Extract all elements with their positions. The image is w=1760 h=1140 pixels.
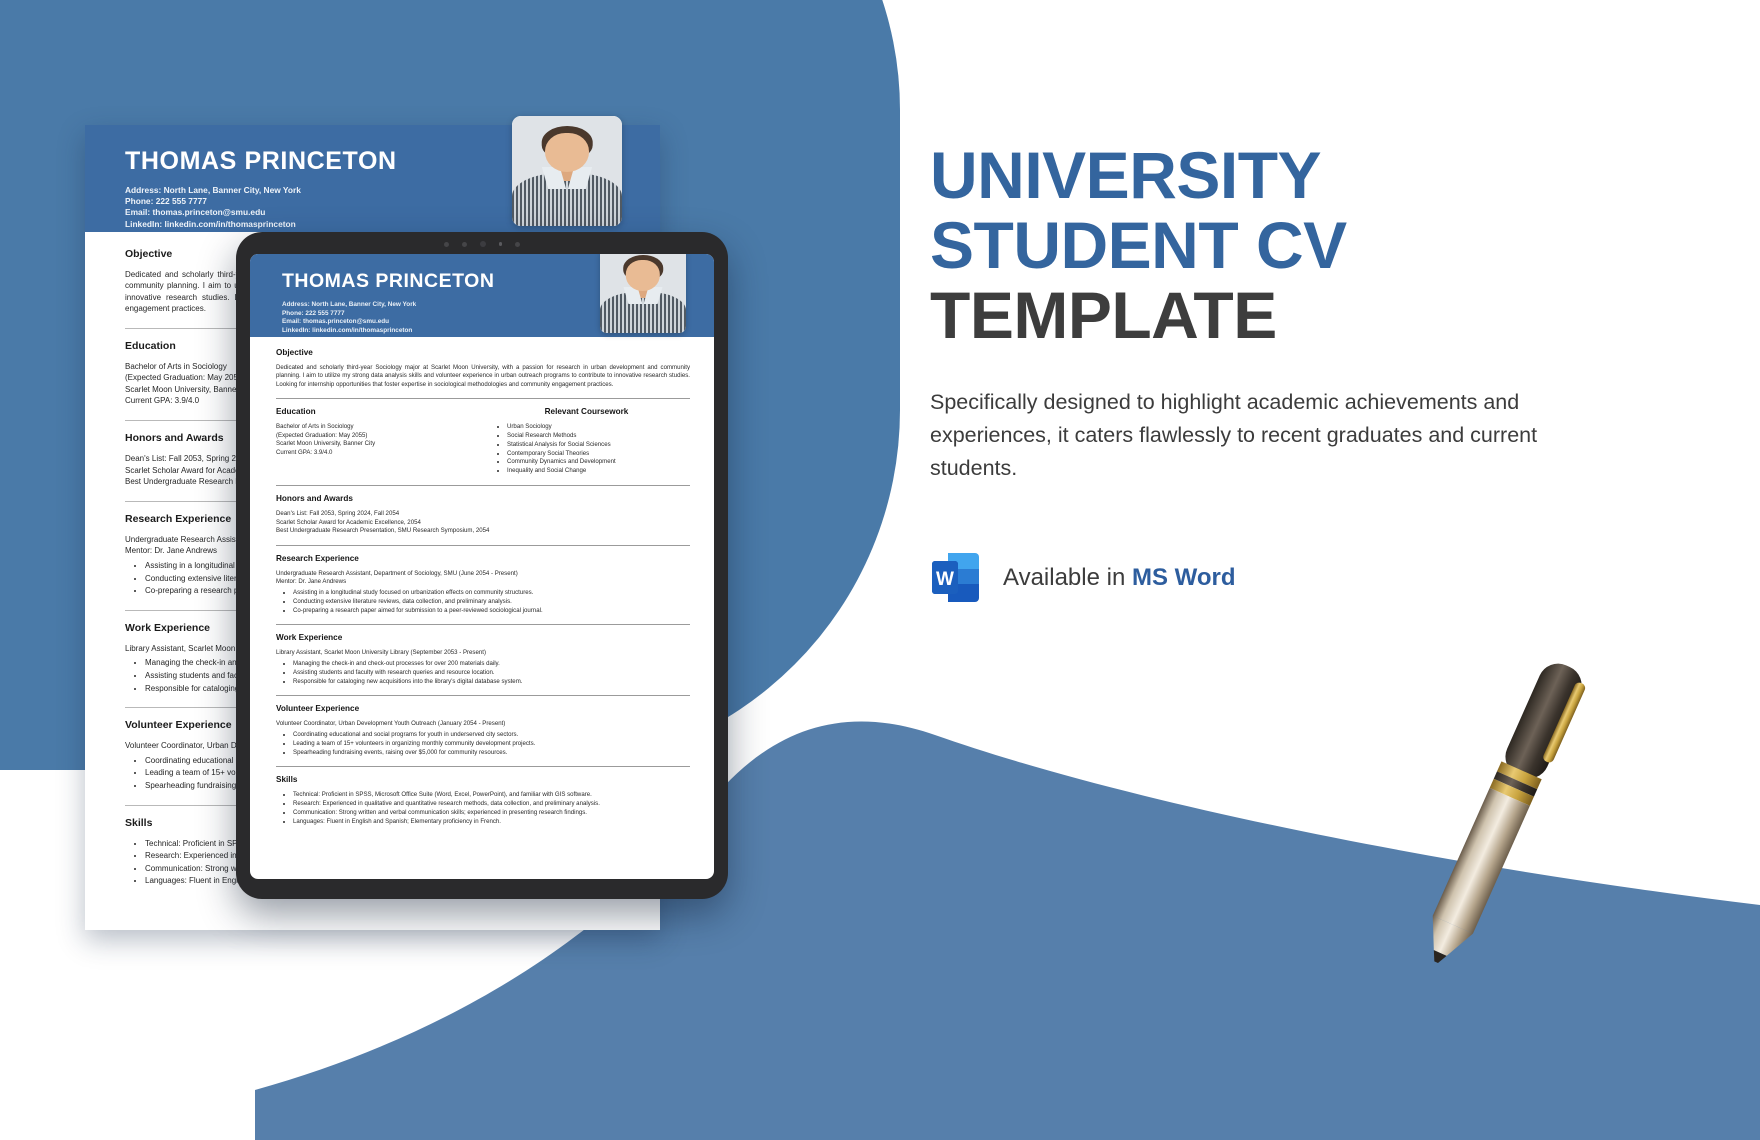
section-heading-objective: Objective [276, 348, 313, 357]
list-item: Conducting extensive literature reviews,… [293, 598, 690, 607]
divider [276, 695, 690, 697]
section-heading-research: Research Experience [276, 553, 359, 563]
sensor-dot [515, 241, 521, 247]
coursework-list: Urban Sociology Social Research Methods … [483, 423, 690, 476]
list-item: Statistical Analysis for Social Sciences [507, 441, 690, 450]
divider [276, 624, 690, 626]
section-heading-coursework: Relevant Coursework [544, 407, 629, 417]
section-heading-skills: Skills [276, 775, 298, 785]
divider [276, 398, 690, 400]
ms-word-icon: W [930, 549, 981, 606]
list-item: Inequality and Social Change [507, 467, 690, 476]
resume-photo [600, 254, 686, 333]
list-item: Spearheading fundraising events, raising… [293, 749, 690, 758]
page-title: UNIVERSITY STUDENT CV TEMPLATE [930, 140, 1630, 350]
list-item: Contemporary Social Theories [507, 450, 690, 459]
list-item: Community Dynamics and Development [507, 458, 690, 467]
list-item: Managing the check-in and check-out proc… [293, 660, 690, 669]
list-item: Co-preparing a research paper aimed for … [293, 607, 690, 616]
list-item: Social Research Methods [507, 432, 690, 441]
list-item: Coordinating educational and social prog… [293, 731, 690, 740]
education-column: Education Bachelor of Arts in Sociology … [276, 407, 483, 476]
sensor-dot [498, 242, 503, 246]
title-line-1: UNIVERSITY [930, 138, 1322, 212]
section-heading-volunteer: Volunteer Experience [276, 704, 360, 714]
honors-lines: Dean's List: Fall 2053, Spring 2024, Fal… [276, 510, 690, 536]
list-item: Communication: Strong written and verbal… [293, 809, 690, 818]
list-item: Technical: Proficient in SPSS, Microsoft… [293, 791, 690, 800]
tablet-screen[interactable]: THOMAS PRINCETON Address: North Lane, Ba… [250, 254, 714, 879]
camera-dot [479, 241, 486, 247]
honors-line: Scarlet Scholar Award for Academic Excel… [276, 518, 421, 526]
promo-text-column: UNIVERSITY STUDENT CV TEMPLATE Specifica… [930, 140, 1630, 606]
research-role: Undergraduate Research Assistant, Depart… [276, 569, 518, 577]
list-item: Languages: Fluent in English and Spanish… [293, 818, 690, 827]
honors-line: Dean's List: Fall 2053, Spring 2024, Fal… [276, 510, 400, 517]
education-coursework-columns: Education Bachelor of Arts in Sociology … [276, 407, 690, 476]
section-heading-work: Work Experience [276, 633, 343, 643]
sensor-dot [443, 241, 449, 247]
divider [276, 485, 690, 486]
section-heading-education: Education [276, 407, 316, 417]
divider [276, 544, 690, 546]
sensor-dot [461, 241, 467, 247]
education-line: (Expected Graduation: May 2055) [276, 431, 368, 439]
availability-label: Available in MS Word [1003, 564, 1236, 592]
promo-description: Specifically designed to highlight acade… [930, 390, 1538, 480]
education-line: Current GPA: 3.9/4.0 [276, 449, 333, 456]
education-lines: Bachelor of Arts in Sociology (Expected … [276, 423, 483, 457]
objective-text: Dedicated and scholarly third-year Socio… [276, 364, 690, 388]
research-bullets: Assisting in a longitudinal study focuse… [276, 589, 690, 615]
title-line-2: STUDENT CV [930, 208, 1347, 282]
resume-body: Objective Dedicated and scholarly third-… [250, 337, 714, 827]
research-mentor: Mentor: Dr. Jane Andrews [276, 578, 347, 586]
work-bullets: Managing the check-in and check-out proc… [276, 660, 690, 686]
research-role-block: Undergraduate Research Assistant, Depart… [276, 570, 690, 587]
resume-photo-back [512, 116, 622, 226]
list-item: Assisting in a longitudinal study focuse… [293, 589, 690, 598]
volunteer-bullets: Coordinating educational and social prog… [276, 731, 690, 757]
volunteer-role: Volunteer Coordinator, Urban Development… [276, 720, 506, 728]
portrait-illustration [600, 254, 686, 333]
portrait-illustration [512, 116, 622, 226]
list-item: Research: Experienced in qualitative and… [293, 800, 690, 809]
list-item: Urban Sociology [507, 423, 690, 432]
title-line-3: TEMPLATE [930, 278, 1277, 352]
promo-canvas: THOMAS PRINCETON Address: North Lane, Ba… [0, 0, 1760, 1140]
resume-header-back: THOMAS PRINCETON Address: North Lane, Ba… [85, 116, 660, 232]
resume-header: THOMAS PRINCETON Address: North Lane, Ba… [250, 254, 714, 337]
availability-prefix: Available in [1003, 563, 1132, 591]
work-role: Library Assistant, Scarlet Moon Universi… [276, 649, 486, 657]
tablet-camera-sensors [236, 239, 728, 249]
pen-illustration [1432, 663, 1586, 963]
divider [276, 766, 690, 768]
education-line: Bachelor of Arts in Sociology [276, 423, 354, 431]
coursework-column: Relevant Coursework Urban Sociology Soci… [483, 407, 690, 476]
list-item: Responsible for cataloging new acquisiti… [293, 678, 690, 687]
tablet-device-mockup: THOMAS PRINCETON Address: North Lane, Ba… [236, 232, 728, 899]
section-heading-honors: Honors and Awards [276, 494, 353, 503]
skills-bullets: Technical: Proficient in SPSS, Microsoft… [276, 791, 690, 826]
availability-badge: W Available in MS Word [930, 549, 1630, 606]
honors-line: Best Undergraduate Research Presentation… [276, 527, 490, 535]
list-item: Leading a team of 15+ volunteers in orga… [293, 740, 690, 749]
word-logo-letter: W [936, 569, 954, 590]
availability-app: MS Word [1131, 563, 1236, 591]
list-item: Assisting students and faculty with rese… [293, 669, 690, 678]
education-line: Scarlet Moon University, Banner City [276, 440, 376, 448]
